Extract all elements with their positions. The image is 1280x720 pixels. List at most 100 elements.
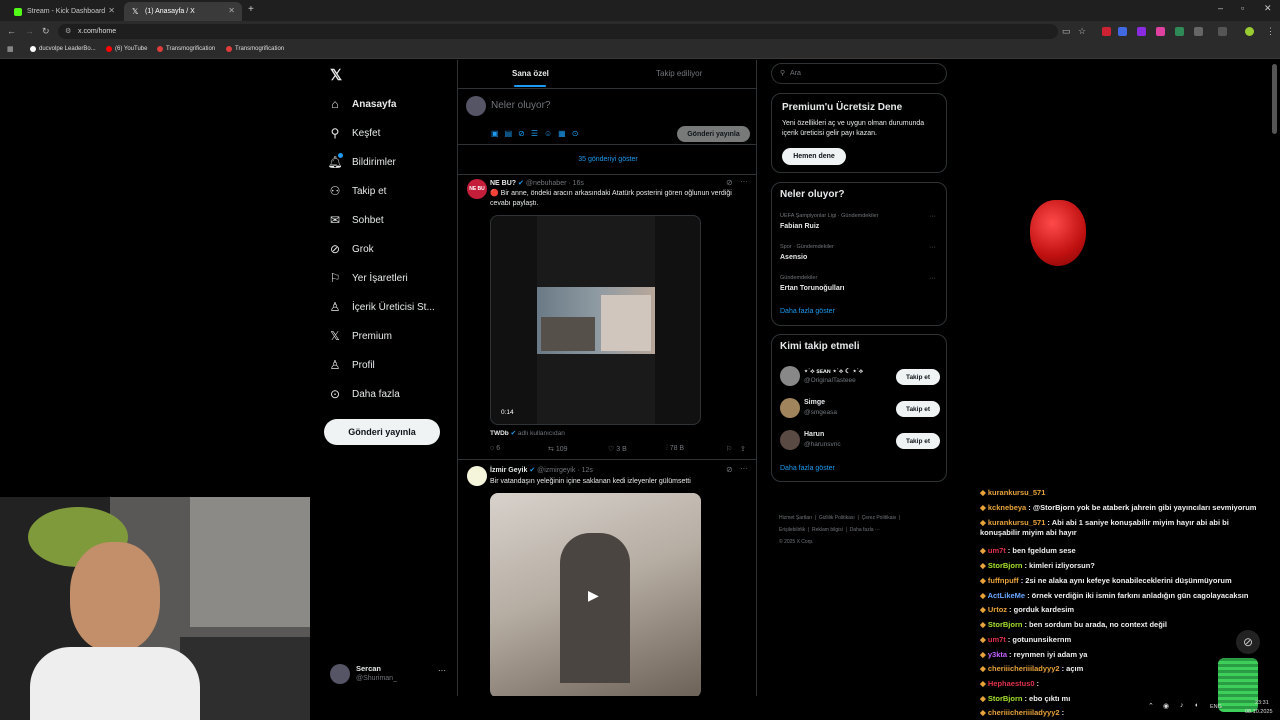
chat-username[interactable]: um7t — [988, 635, 1006, 644]
follow-button[interactable]: Takip et — [896, 369, 940, 385]
chat-username[interactable]: um7t — [988, 546, 1006, 555]
follow-suggestion[interactable]: ⋆˙⟡ ꜱᴇᴀɴ ⋆˙⟡ ☾ ⋆˙⟡ @OriginalTasteee Taki… — [772, 363, 948, 391]
chat-username[interactable]: cheriiicheriiiladyyy2 — [988, 708, 1060, 717]
follow-suggestion[interactable]: Simge @smgeasa Takip et — [772, 395, 948, 423]
poll-icon[interactable]: ☰ — [531, 129, 544, 138]
extension-icon[interactable] — [1156, 27, 1165, 36]
footer-link[interactable]: Gizlilik Politikası — [819, 515, 855, 521]
grok-icon[interactable]: ⊘ — [726, 178, 733, 187]
composer-post-button[interactable]: Gönderi yayınla — [677, 126, 750, 142]
language-indicator[interactable]: ENG — [1210, 704, 1222, 710]
back-icon[interactable]: ← — [7, 26, 16, 36]
chat-username[interactable]: kurankursu_571 — [988, 518, 1046, 527]
sidebar-item-notifications[interactable]: 🔔︎ Bildirimler — [327, 153, 396, 169]
maximize-icon[interactable]: ▫ — [1241, 3, 1244, 13]
share-icon[interactable]: ⇪ — [740, 445, 746, 453]
tab-kick-dashboard[interactable]: Stream - Kick Dashboard ✕ — [6, 2, 122, 21]
cast-icon[interactable]: ▭ — [1062, 26, 1071, 37]
bookmark-item[interactable]: Transmogrification — [226, 46, 284, 52]
footer-link[interactable]: Daha fazla ··· — [850, 527, 880, 533]
sidebar-icon[interactable] — [1218, 27, 1227, 36]
footer-link[interactable]: Erişilebilirlik — [779, 527, 805, 533]
tab-x-home[interactable]: 𝕏 (1) Anasayfa / X ✕ — [124, 2, 242, 21]
more-dots-icon[interactable]: ··· — [740, 464, 748, 473]
emoji-icon[interactable]: ☺ — [544, 129, 558, 138]
more-dots-icon[interactable]: ··· — [740, 177, 748, 186]
footer-link[interactable]: Çerez Politikası — [862, 515, 897, 521]
sidebar-item-explore[interactable]: ⚲ Keşfet — [328, 126, 381, 140]
x-logo-icon[interactable]: 𝕏 — [330, 66, 342, 84]
who-to-follow-show-more-link[interactable]: Daha fazla göster — [780, 465, 835, 472]
sidebar-item-profile[interactable]: ♙ Profil — [328, 358, 375, 372]
chat-username[interactable]: kcknebeya — [988, 503, 1026, 512]
speaker-icon[interactable]: ◖ — [1194, 702, 1198, 709]
more-dots-icon[interactable]: ··· — [929, 275, 936, 282]
search-input[interactable]: ⚲ Ara — [771, 63, 947, 84]
more-dots-icon[interactable]: ··· — [929, 244, 936, 251]
chat-username[interactable]: y3kta — [988, 650, 1007, 659]
chat-username[interactable]: Urtoz — [988, 605, 1007, 614]
sidebar-item-creator-studio[interactable]: ♙ İçerik Üreticisi St... — [328, 300, 435, 314]
views-button[interactable]: ⫶ 78 B — [666, 445, 684, 453]
tweet[interactable]: NE BU NE BU? ✔ @nebuhaber · 16s ⊘ ··· 🔴 … — [458, 175, 756, 460]
star-icon[interactable]: ☆ — [1078, 26, 1086, 37]
extension-icon[interactable] — [1118, 27, 1127, 36]
minimize-icon[interactable]: – — [1218, 3, 1223, 13]
author-name[interactable]: NE BU? — [490, 180, 516, 187]
account-switcher[interactable]: Sercan @Shuriman_ ··· — [328, 660, 454, 688]
bookmark-item[interactable]: ducvolpe LeaderBo... — [30, 46, 96, 52]
chat-username[interactable]: Hephaestus0 — [988, 679, 1035, 688]
tweet-video[interactable]: ▶ — [490, 493, 701, 696]
network-icon[interactable]: ◉ — [1163, 702, 1169, 710]
reply-button[interactable]: ○ 6 — [490, 445, 500, 452]
grok-icon[interactable]: ⊘ — [726, 465, 733, 474]
follow-suggestion[interactable]: Harun @harunsvnc Takip et — [772, 427, 948, 455]
page-scrollbar[interactable] — [1272, 64, 1277, 134]
composer-input[interactable]: Neler oluyor? — [491, 100, 550, 111]
trend-item[interactable]: UEFA Şampiyonlar Ligi · Gündemdekiler Fa… — [772, 211, 948, 239]
tweet[interactable]: İzmir Geyik ✔ @izmirgeyik · 12s ⊘ ··· Bi… — [458, 461, 756, 696]
gif-icon[interactable]: ▤ — [505, 129, 519, 138]
post-button[interactable]: Gönderi yayınla — [324, 419, 440, 445]
sidebar-item-grok[interactable]: ⊘ Grok — [328, 242, 374, 256]
more-dots-icon[interactable]: ··· — [929, 213, 936, 220]
footer-link[interactable]: Hizmet Şartları — [779, 515, 812, 521]
like-button[interactable]: ♡ 3 B — [608, 445, 627, 453]
tab-following[interactable]: Takip ediliyor — [656, 69, 702, 78]
chat-username[interactable]: kurankursu_571 — [988, 488, 1046, 497]
close-icon[interactable]: ✕ — [108, 6, 115, 15]
close-window-icon[interactable]: ✕ — [1264, 3, 1272, 14]
play-icon[interactable]: ▶ — [588, 587, 599, 604]
sidebar-item-more[interactable]: ⊙ Daha fazla — [328, 387, 400, 401]
chat-username[interactable]: StorBjorn — [988, 620, 1023, 629]
extension-icon[interactable] — [1102, 27, 1111, 36]
clock-time[interactable]: 23:31 — [1255, 700, 1269, 706]
microphone-icon[interactable]: ♪ — [1180, 702, 1184, 709]
source-name[interactable]: TWDb — [490, 430, 509, 437]
location-icon[interactable]: ⊙ — [572, 129, 585, 138]
new-tab-icon[interactable]: + — [248, 4, 254, 15]
chevron-up-icon[interactable]: ⌃ — [1148, 702, 1154, 710]
forward-icon[interactable]: → — [25, 26, 34, 36]
footer-link[interactable]: Reklam bilgisi — [812, 527, 843, 533]
try-premium-button[interactable]: Hemen dene — [782, 148, 846, 165]
sidebar-item-follow[interactable]: ⚇ Takip et — [328, 184, 387, 198]
reload-icon[interactable]: ↻ — [42, 26, 50, 37]
follow-button[interactable]: Takip et — [896, 401, 940, 417]
follow-button[interactable]: Takip et — [896, 433, 940, 449]
site-info-icon[interactable]: ⚙ — [65, 24, 71, 39]
bookmark-icon[interactable]: ⚐ — [726, 445, 732, 453]
trends-show-more-link[interactable]: Daha fazla göster — [780, 308, 835, 315]
chat-username[interactable]: StorBjorn — [988, 561, 1023, 570]
extension-icon[interactable] — [1175, 27, 1184, 36]
show-new-posts-button[interactable]: 35 gönderiyi göster — [458, 145, 756, 175]
tweet-video[interactable]: 0:14 — [490, 215, 701, 425]
extension-icon[interactable] — [1137, 27, 1146, 36]
apps-grid-icon[interactable]: ▦ — [7, 45, 14, 53]
menu-kebab-icon[interactable]: ⋮ — [1266, 26, 1275, 37]
chat-username[interactable]: StorBjorn — [988, 694, 1023, 703]
url-input[interactable]: ⚙ x.com/home — [58, 24, 1058, 39]
trend-item[interactable]: Gündemdekiler Ertan Torunoğulları ··· — [772, 273, 948, 301]
sidebar-item-premium[interactable]: 𝕏 Premium — [328, 329, 392, 343]
author-name[interactable]: İzmir Geyik — [490, 467, 527, 474]
